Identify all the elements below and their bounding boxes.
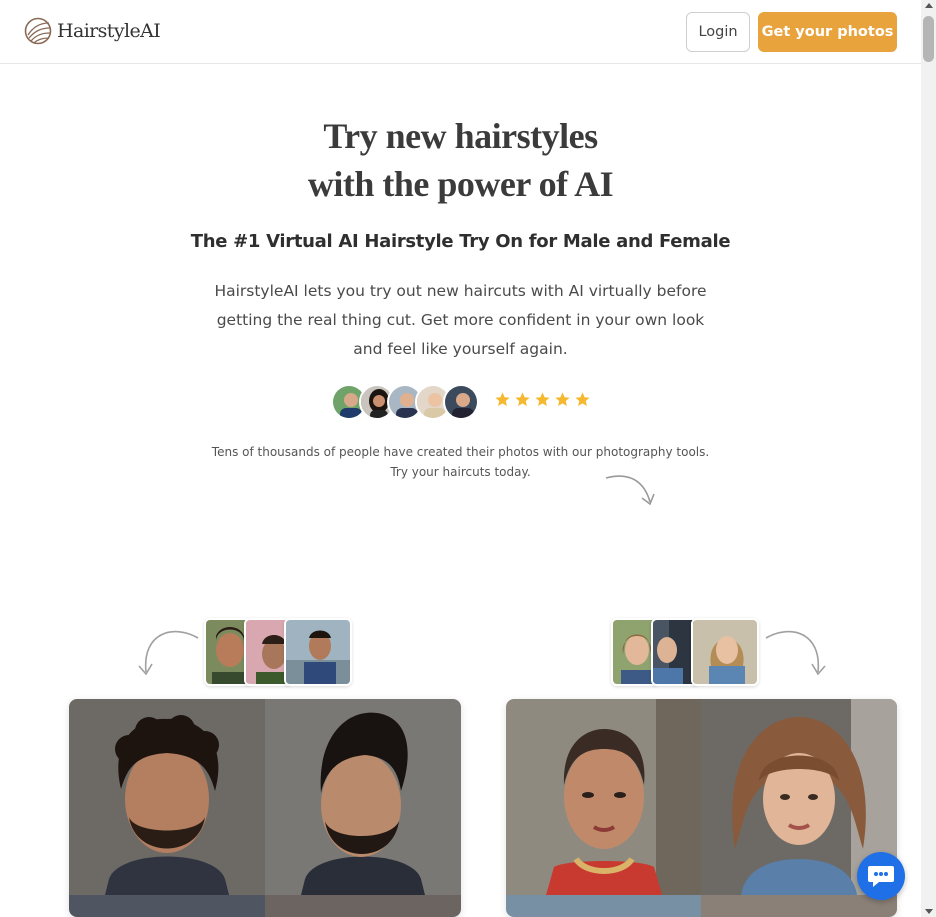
leaf-logo-icon: [24, 17, 52, 45]
input-photo-thumbnail: [284, 618, 352, 686]
hero-title: Try new hairstyles with the power of AI: [0, 112, 921, 208]
hero-description: HairstyleAI lets you try out new haircut…: [214, 282, 707, 358]
curved-arrow-icon: [765, 630, 826, 676]
hero-subtitle: The #1 Virtual AI Hairstyle Try On for M…: [190, 231, 731, 252]
page-scrollbar[interactable]: [921, 0, 936, 917]
brand-logo[interactable]: HairstyleAI: [24, 17, 161, 45]
star-icon: [495, 392, 510, 407]
hairstyle-result-image: [69, 699, 265, 895]
hero-title-line-1: Try new hairstyles: [323, 116, 598, 156]
hairstyle-result-image: [506, 895, 701, 917]
hairstyle-result-image: [701, 895, 897, 917]
star-icon: [515, 392, 530, 407]
scroll-thumb[interactable]: [923, 16, 934, 62]
star-icon: [555, 392, 570, 407]
hairstyle-result-image: [265, 895, 461, 917]
star-icon: [575, 392, 590, 407]
rating-stars: [494, 391, 591, 408]
male-hairstyle-card[interactable]: [69, 699, 461, 917]
scroll-up-arrow-icon[interactable]: [925, 3, 933, 8]
hairstyle-result-image: [69, 895, 265, 917]
customer-avatars: [331, 384, 479, 420]
scroll-down-arrow-icon[interactable]: [925, 909, 933, 914]
female-input-thumbnails: [611, 618, 759, 686]
female-hairstyle-card[interactable]: [506, 699, 897, 917]
curved-arrow-icon: [605, 475, 655, 506]
hero-title-line-2: with the power of AI: [307, 164, 614, 204]
curved-arrow-icon: [138, 630, 199, 676]
brand-name: HairstyleAI: [57, 20, 161, 42]
hairstyle-result-image: [265, 699, 461, 895]
male-input-thumbnails: [204, 618, 352, 686]
avatar: [443, 384, 479, 420]
input-photo-thumbnail: [691, 618, 759, 686]
get-photos-button[interactable]: Get your photos: [758, 12, 897, 52]
hairstyle-result-image: [506, 699, 701, 895]
chat-widget-button[interactable]: [857, 852, 905, 900]
login-button[interactable]: Login: [686, 12, 750, 52]
site-header: HairstyleAI Login Get your photos: [0, 0, 921, 64]
star-icon: [535, 392, 550, 407]
chat-bubble-icon: [868, 866, 894, 887]
